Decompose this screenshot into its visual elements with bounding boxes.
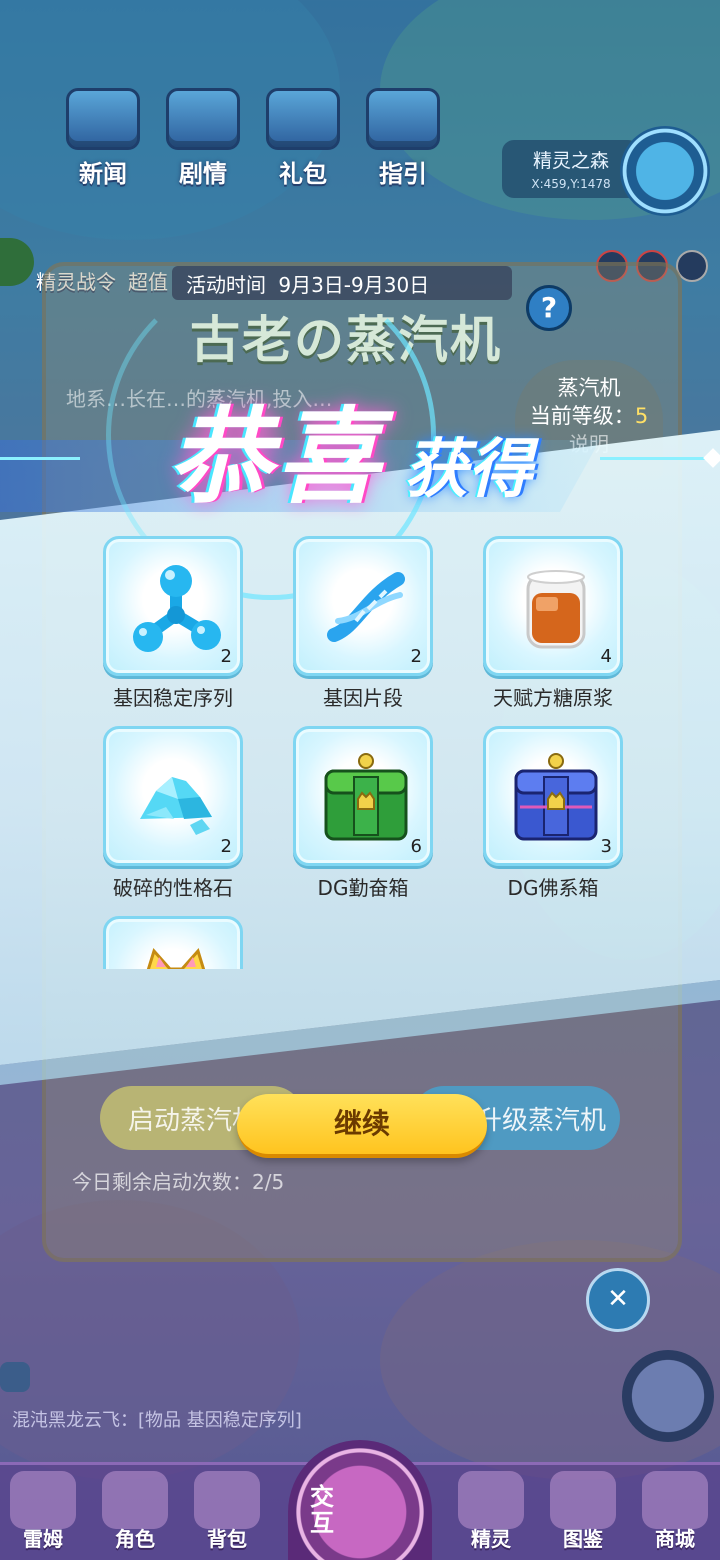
- tab-character-label: 角色: [115, 1527, 155, 1551]
- item-name: DG佛系箱: [507, 876, 599, 900]
- expand-arrow-icon[interactable]: [0, 238, 34, 286]
- reward-item-card: [103, 916, 243, 969]
- engine-label: 蒸汽机: [557, 376, 621, 400]
- event-time: 活动时间 9月3日-9月30日: [172, 266, 512, 300]
- reward-item[interactable]: 2 基因片段: [293, 536, 433, 711]
- syrup-jar-icon: [526, 570, 586, 649]
- item-count: 3: [600, 836, 612, 857]
- item-name: 基因稳定序列: [113, 686, 233, 710]
- tab-codex-label: 图鉴: [563, 1527, 603, 1551]
- chat-message[interactable]: 混沌黑龙云飞：[物品 基因稳定序列]: [12, 1408, 302, 1434]
- compass-icon[interactable]: [622, 1350, 714, 1442]
- gift-pack-label: 礼包: [279, 160, 327, 188]
- reward-item[interactable]: 2 基因稳定序列: [103, 536, 243, 711]
- reward-item[interactable]: [103, 916, 243, 969]
- reward-item-card: 2: [293, 536, 433, 676]
- dna-icon: [327, 572, 405, 642]
- tab-character[interactable]: 角色: [92, 1471, 178, 1552]
- reward-item-grid[interactable]: 2 基因稳定序列 2 基因片段 4 天赋方糖原浆 2 破碎的性格石 6 DG勤奋…: [100, 533, 630, 969]
- close-icon[interactable]: ✕: [586, 1268, 650, 1332]
- guide-button[interactable]: 指引: [360, 88, 446, 189]
- item-name: 天赋方糖原浆: [493, 686, 613, 710]
- help-icon[interactable]: ?: [526, 285, 572, 331]
- tab-shop[interactable]: 商城: [632, 1471, 718, 1552]
- reward-item-card: 2: [103, 726, 243, 866]
- tab-codex[interactable]: 图鉴: [540, 1471, 626, 1552]
- story-label: 剧情: [179, 160, 227, 188]
- story-button[interactable]: 剧情: [160, 88, 246, 189]
- event-description: 地系…长在…的蒸汽机,投入…: [66, 387, 333, 411]
- continue-button[interactable]: 继续: [237, 1094, 487, 1158]
- backpack-icon: [194, 1471, 260, 1529]
- item-count: 6: [410, 836, 422, 857]
- map-icon[interactable]: [620, 126, 710, 216]
- reward-item-card: 2: [103, 536, 243, 676]
- reward-item-card: 3: [483, 726, 623, 866]
- tab-spirit-label: 精灵: [471, 1527, 511, 1551]
- green-chest-icon: [324, 753, 408, 841]
- tab-backpack-label: 背包: [207, 1527, 247, 1551]
- codex-icon: [550, 1471, 616, 1529]
- item-name: 基因片段: [323, 686, 403, 710]
- tab-shop-label: 商城: [655, 1527, 695, 1551]
- news-icon: [66, 88, 140, 150]
- guide-icon: [366, 88, 440, 150]
- remaining-attempts: 今日剩余启动次数：2/5: [72, 1170, 285, 1194]
- spirit-icon: [458, 1471, 524, 1529]
- tab-spirit[interactable]: 精灵: [448, 1471, 534, 1552]
- character-icon: [102, 1471, 168, 1529]
- tab-leim-label: 雷姆: [23, 1527, 63, 1551]
- shop-icon: [642, 1471, 708, 1529]
- tab-leim[interactable]: 雷姆: [0, 1471, 86, 1552]
- explain-link[interactable]: 说明: [515, 430, 663, 458]
- guide-label: 指引: [379, 160, 427, 188]
- gene-molecule-icon: [133, 565, 221, 652]
- story-icon: [166, 88, 240, 150]
- cat-item-icon: [146, 948, 206, 969]
- news-button[interactable]: 新闻: [60, 88, 146, 189]
- gift-pack-icon: [266, 88, 340, 150]
- reward-item[interactable]: 4 天赋方糖原浆: [483, 536, 623, 711]
- reward-item[interactable]: 6 DG勤奋箱: [293, 726, 433, 901]
- item-count: 2: [410, 646, 422, 667]
- reward-item[interactable]: 2 破碎的性格石: [103, 726, 243, 901]
- tab-backpack[interactable]: 背包: [184, 1471, 270, 1552]
- item-count: 4: [600, 646, 612, 667]
- item-count: 2: [220, 836, 232, 857]
- item-name: DG勤奋箱: [317, 876, 409, 900]
- crystal-shards-icon: [140, 777, 212, 835]
- news-label: 新闻: [79, 160, 127, 188]
- item-name: 破碎的性格石: [113, 876, 233, 900]
- gift-pack-button[interactable]: 礼包: [260, 88, 346, 189]
- blue-chest-icon: [514, 753, 598, 841]
- reward-item-card: 4: [483, 536, 623, 676]
- engine-level: 当前等级：5: [529, 404, 649, 428]
- event-title: 古老の蒸汽机: [190, 311, 502, 369]
- chat-icon[interactable]: [0, 1362, 30, 1392]
- item-count: 2: [220, 646, 232, 667]
- engine-level-card: 蒸汽机 当前等级：5 说明: [515, 360, 663, 480]
- tab-interact-label: 交互: [310, 1483, 334, 1537]
- reward-item-card: 6: [293, 726, 433, 866]
- leim-icon: [10, 1471, 76, 1529]
- location-coordinates: X:459,Y:1478: [531, 177, 611, 191]
- reward-item[interactable]: 3 DG佛系箱: [483, 726, 623, 901]
- top-nav: 新闻 剧情 礼包 指引: [60, 88, 446, 189]
